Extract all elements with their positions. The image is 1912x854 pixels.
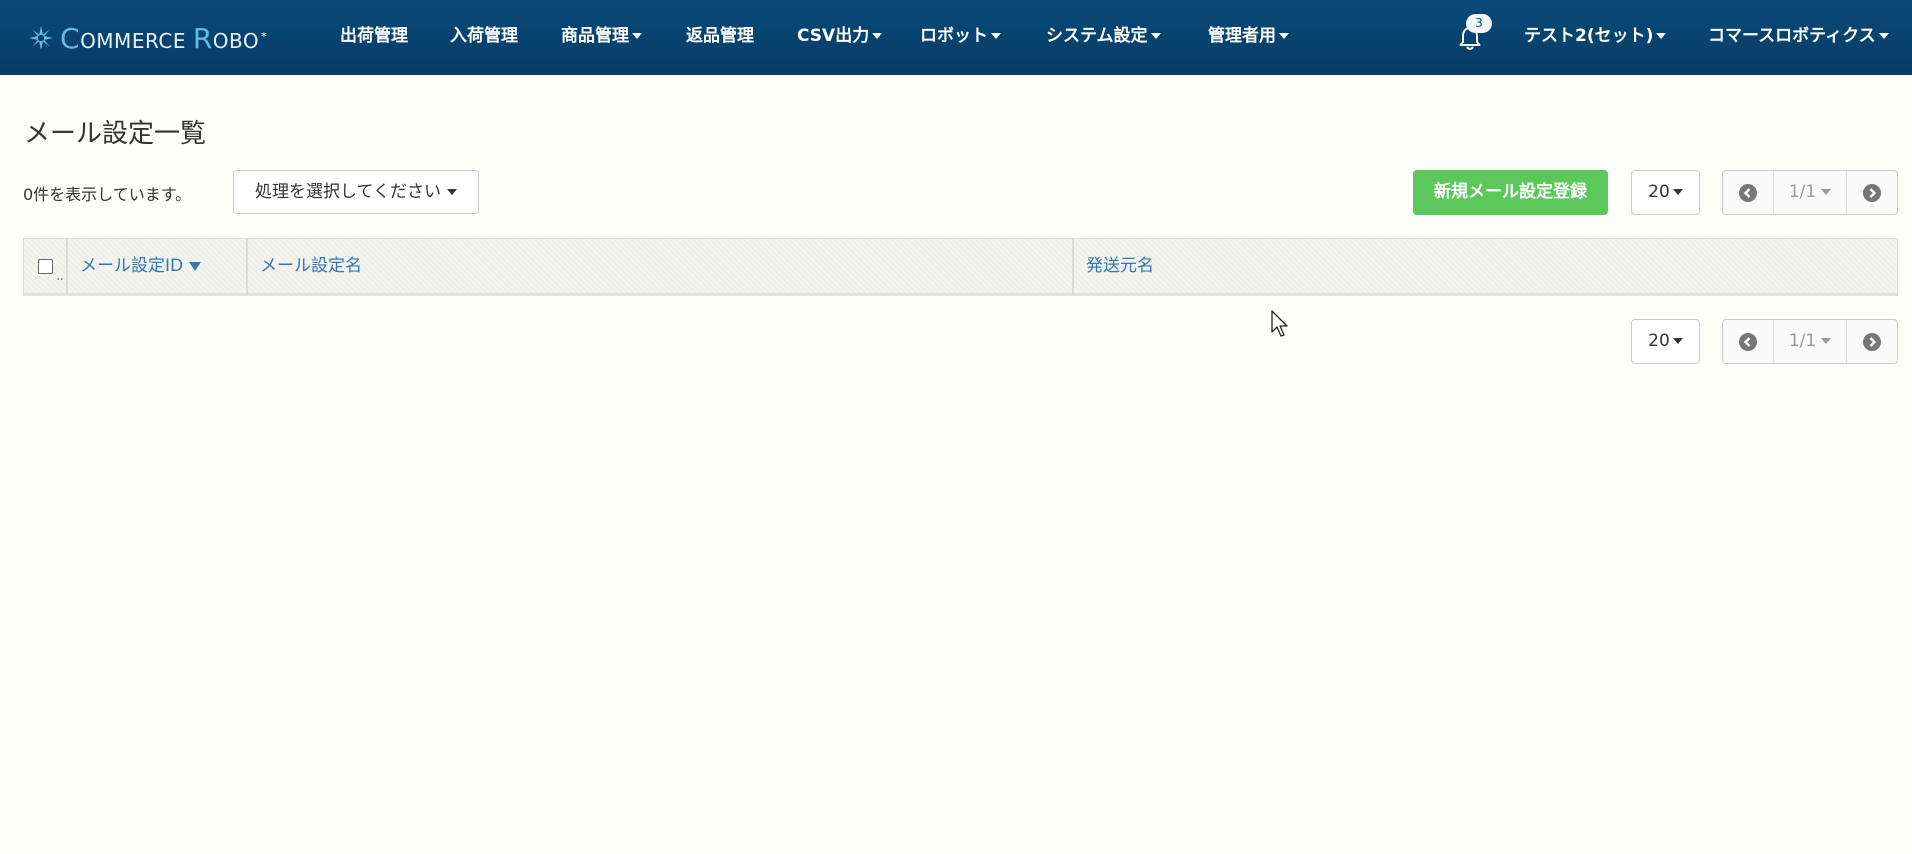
chevron-down-icon [1656, 33, 1667, 39]
column-header-sender-name[interactable]: 発送元名 [1072, 239, 1897, 294]
per-page-select-bottom[interactable]: 20 [1631, 319, 1700, 364]
per-page-select[interactable]: 20 [1631, 170, 1700, 215]
prev-page-button-bottom[interactable] [1723, 320, 1773, 363]
company-menu[interactable]: コマースロボティクス [1708, 0, 1889, 75]
bulk-action-select[interactable]: 処理を選択してください [233, 170, 479, 214]
record-count-text: 0件を表示しています。 [23, 185, 192, 204]
chevron-right-icon [1863, 332, 1881, 351]
chevron-down-icon [1150, 33, 1161, 39]
nav-item-shipping[interactable]: 出荷管理 [340, 0, 408, 75]
logo[interactable]: COMMERCE ROBO * [28, 18, 267, 58]
pagination: 1/1 [1722, 170, 1898, 215]
chevron-down-icon [991, 33, 1001, 39]
page-select-bottom[interactable]: 1/1 [1773, 320, 1847, 363]
chevron-down-icon [872, 33, 883, 39]
page-title: メール設定一覧 [24, 119, 207, 149]
chevron-left-icon [1739, 183, 1757, 202]
notification-count-badge: 3 [1466, 14, 1492, 33]
chevron-down-icon [1672, 338, 1683, 344]
new-mail-setting-button[interactable]: 新規メール設定登録 [1413, 170, 1608, 215]
chevron-down-icon [1821, 189, 1832, 195]
pagination-bottom: 1/1 [1722, 319, 1898, 364]
nav-item-csv-export[interactable]: CSV出力 [797, 0, 883, 75]
chevron-down-icon [1821, 338, 1832, 344]
column-header-mail-setting-name[interactable]: メール設定名 [246, 239, 1072, 294]
user-menu[interactable]: テスト2(セット) [1524, 0, 1667, 75]
nav-item-receiving[interactable]: 入荷管理 [450, 0, 518, 75]
nav-item-system-settings[interactable]: システム設定 [1046, 0, 1161, 75]
nav-item-robot[interactable]: ロボット [920, 0, 1001, 75]
top-navbar: COMMERCE ROBO * 出荷管理 入荷管理 商品管理 返品管理 CSV出力… [0, 0, 1912, 75]
chevron-down-icon [446, 189, 457, 195]
nav-item-admin[interactable]: 管理者用 [1208, 0, 1289, 75]
chevron-right-icon [1863, 183, 1881, 202]
chevron-down-icon [1279, 33, 1289, 39]
nav-item-returns[interactable]: 返品管理 [686, 0, 754, 75]
prev-page-button[interactable] [1723, 171, 1773, 214]
chevron-left-icon [1739, 332, 1757, 351]
commerce-robo-logo-icon [29, 26, 53, 50]
select-all-checkbox[interactable] [38, 259, 53, 274]
next-page-button-bottom[interactable] [1847, 320, 1897, 363]
chevron-down-icon [632, 33, 642, 39]
column-header-mail-setting-id[interactable]: メール設定ID [66, 239, 246, 294]
next-page-button[interactable] [1847, 171, 1897, 214]
sort-desc-icon [189, 261, 202, 271]
logo-text: COMMERCE ROBO * [60, 21, 268, 55]
page-select[interactable]: 1/1 [1773, 171, 1847, 214]
mouse-pointer-icon [1271, 310, 1288, 337]
select-all-column: ·· [24, 239, 66, 294]
mail-settings-table: ·· メール設定ID メール設定名 発送元名 [23, 238, 1898, 296]
nav-item-products[interactable]: 商品管理 [561, 0, 642, 75]
chevron-down-icon [1878, 33, 1889, 39]
chevron-down-icon [1672, 189, 1683, 195]
more-dots-icon: ·· [56, 272, 64, 288]
